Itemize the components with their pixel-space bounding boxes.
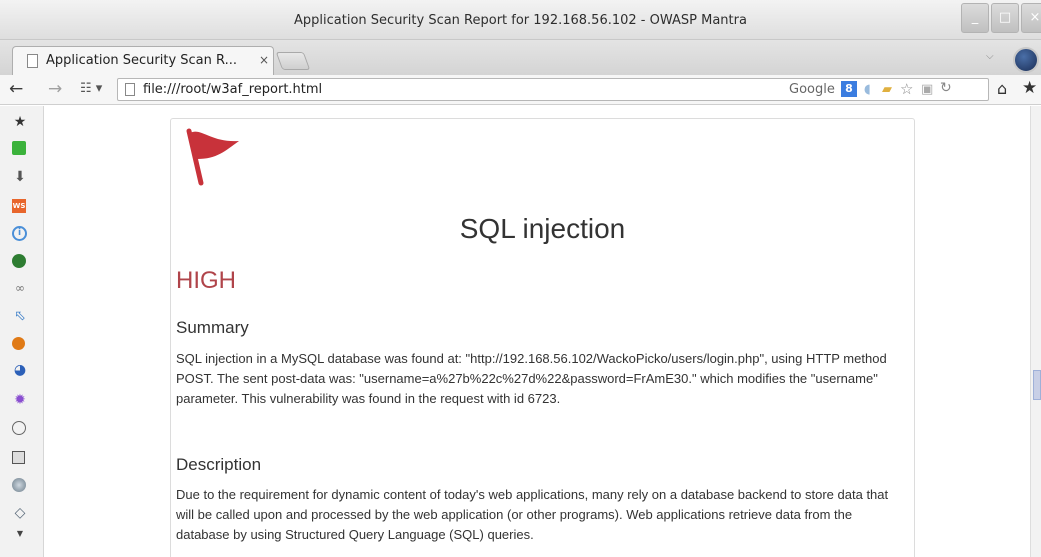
shield-icon[interactable] [12,254,26,268]
page-content: SQL injection HIGH Summary SQL injection… [45,106,1030,557]
home-icon[interactable]: ⌂ [997,79,1007,98]
window-title: Application Security Scan Report for 192… [294,13,747,28]
chevron-down-icon[interactable]: ⌵ [986,51,994,62]
window-titlebar: Application Security Scan Report for 192… [0,0,1041,40]
gear-icon[interactable]: ✹ [12,392,28,408]
tab-label: Application Security Scan R... [46,53,237,68]
description-text: Due to the requirement for dynamic conte… [176,487,889,542]
report-card: SQL injection HIGH Summary SQL injection… [170,118,915,557]
file-icon [125,83,135,96]
tab-report[interactable]: Application Security Scan R... × [12,46,274,75]
address-bar[interactable]: file:///root/w3af_report.html Google 8 ◖… [117,78,989,101]
mantra-logo-icon[interactable] [1013,47,1039,73]
link-icon[interactable]: ∞ [12,280,28,296]
cursor-icon[interactable]: ⬁ [12,308,28,324]
folder-icon[interactable]: ▰ [882,82,892,97]
ws-icon[interactable]: WS [12,199,26,213]
shield-extension-icon[interactable]: ◖ [864,82,871,97]
puzzle-icon[interactable] [12,141,26,155]
diamond-icon[interactable]: ◇ [12,505,28,521]
info-icon[interactable]: i [12,226,27,241]
tab-close-icon[interactable]: × [259,53,269,67]
summary-heading: Summary [176,318,249,337]
description-heading: Description [176,455,262,474]
page-icon [27,54,38,68]
bug-icon[interactable] [12,337,25,350]
swirl-icon[interactable]: ◕ [12,362,28,378]
more-arrow-icon[interactable]: ▼ [12,526,28,542]
apps-menu-icon[interactable]: ☷ ▾ [80,81,102,96]
maximize-button[interactable]: □ [991,3,1019,33]
url-text[interactable]: file:///root/w3af_report.html [143,82,322,97]
severity-label: HIGH [176,267,236,294]
navigation-bar: ← → ☷ ▾ file:///root/w3af_report.html Go… [0,75,1041,105]
summary-text: SQL injection in a MySQL database was fo… [176,351,887,406]
google-badge-icon[interactable]: 8 [841,81,857,97]
square-icon[interactable]: ▣ [921,82,933,97]
cookie-icon[interactable] [12,421,26,435]
tools-sidebar: ★ ⬇ WS i ∞ ⬁ ◕ ✹ ◇ ▼ [0,106,44,557]
grid-icon[interactable] [12,451,25,464]
flag-icon [186,128,239,186]
download-icon[interactable]: ⬇ [12,169,28,185]
vulnerability-title: SQL injection [459,213,626,244]
minimize-button[interactable]: _ [961,3,989,33]
vertical-scrollbar[interactable] [1030,106,1041,557]
search-engine-label[interactable]: Google [789,82,835,97]
tab-strip: Application Security Scan R... × [0,40,1041,75]
scrollbar-thumb[interactable] [1033,370,1041,400]
star-icon[interactable]: ★ [12,114,28,130]
bookmarks-star-icon[interactable]: ★ [1022,78,1037,98]
reload-icon[interactable]: ↻ [940,80,952,96]
new-tab-button[interactable] [275,52,311,70]
forward-arrow-icon[interactable]: → [48,79,62,99]
close-window-button[interactable]: × [1021,3,1041,33]
bookmark-star-icon[interactable]: ☆ [900,80,913,98]
back-arrow-icon[interactable]: ← [9,79,23,99]
globe-icon[interactable] [12,478,26,492]
